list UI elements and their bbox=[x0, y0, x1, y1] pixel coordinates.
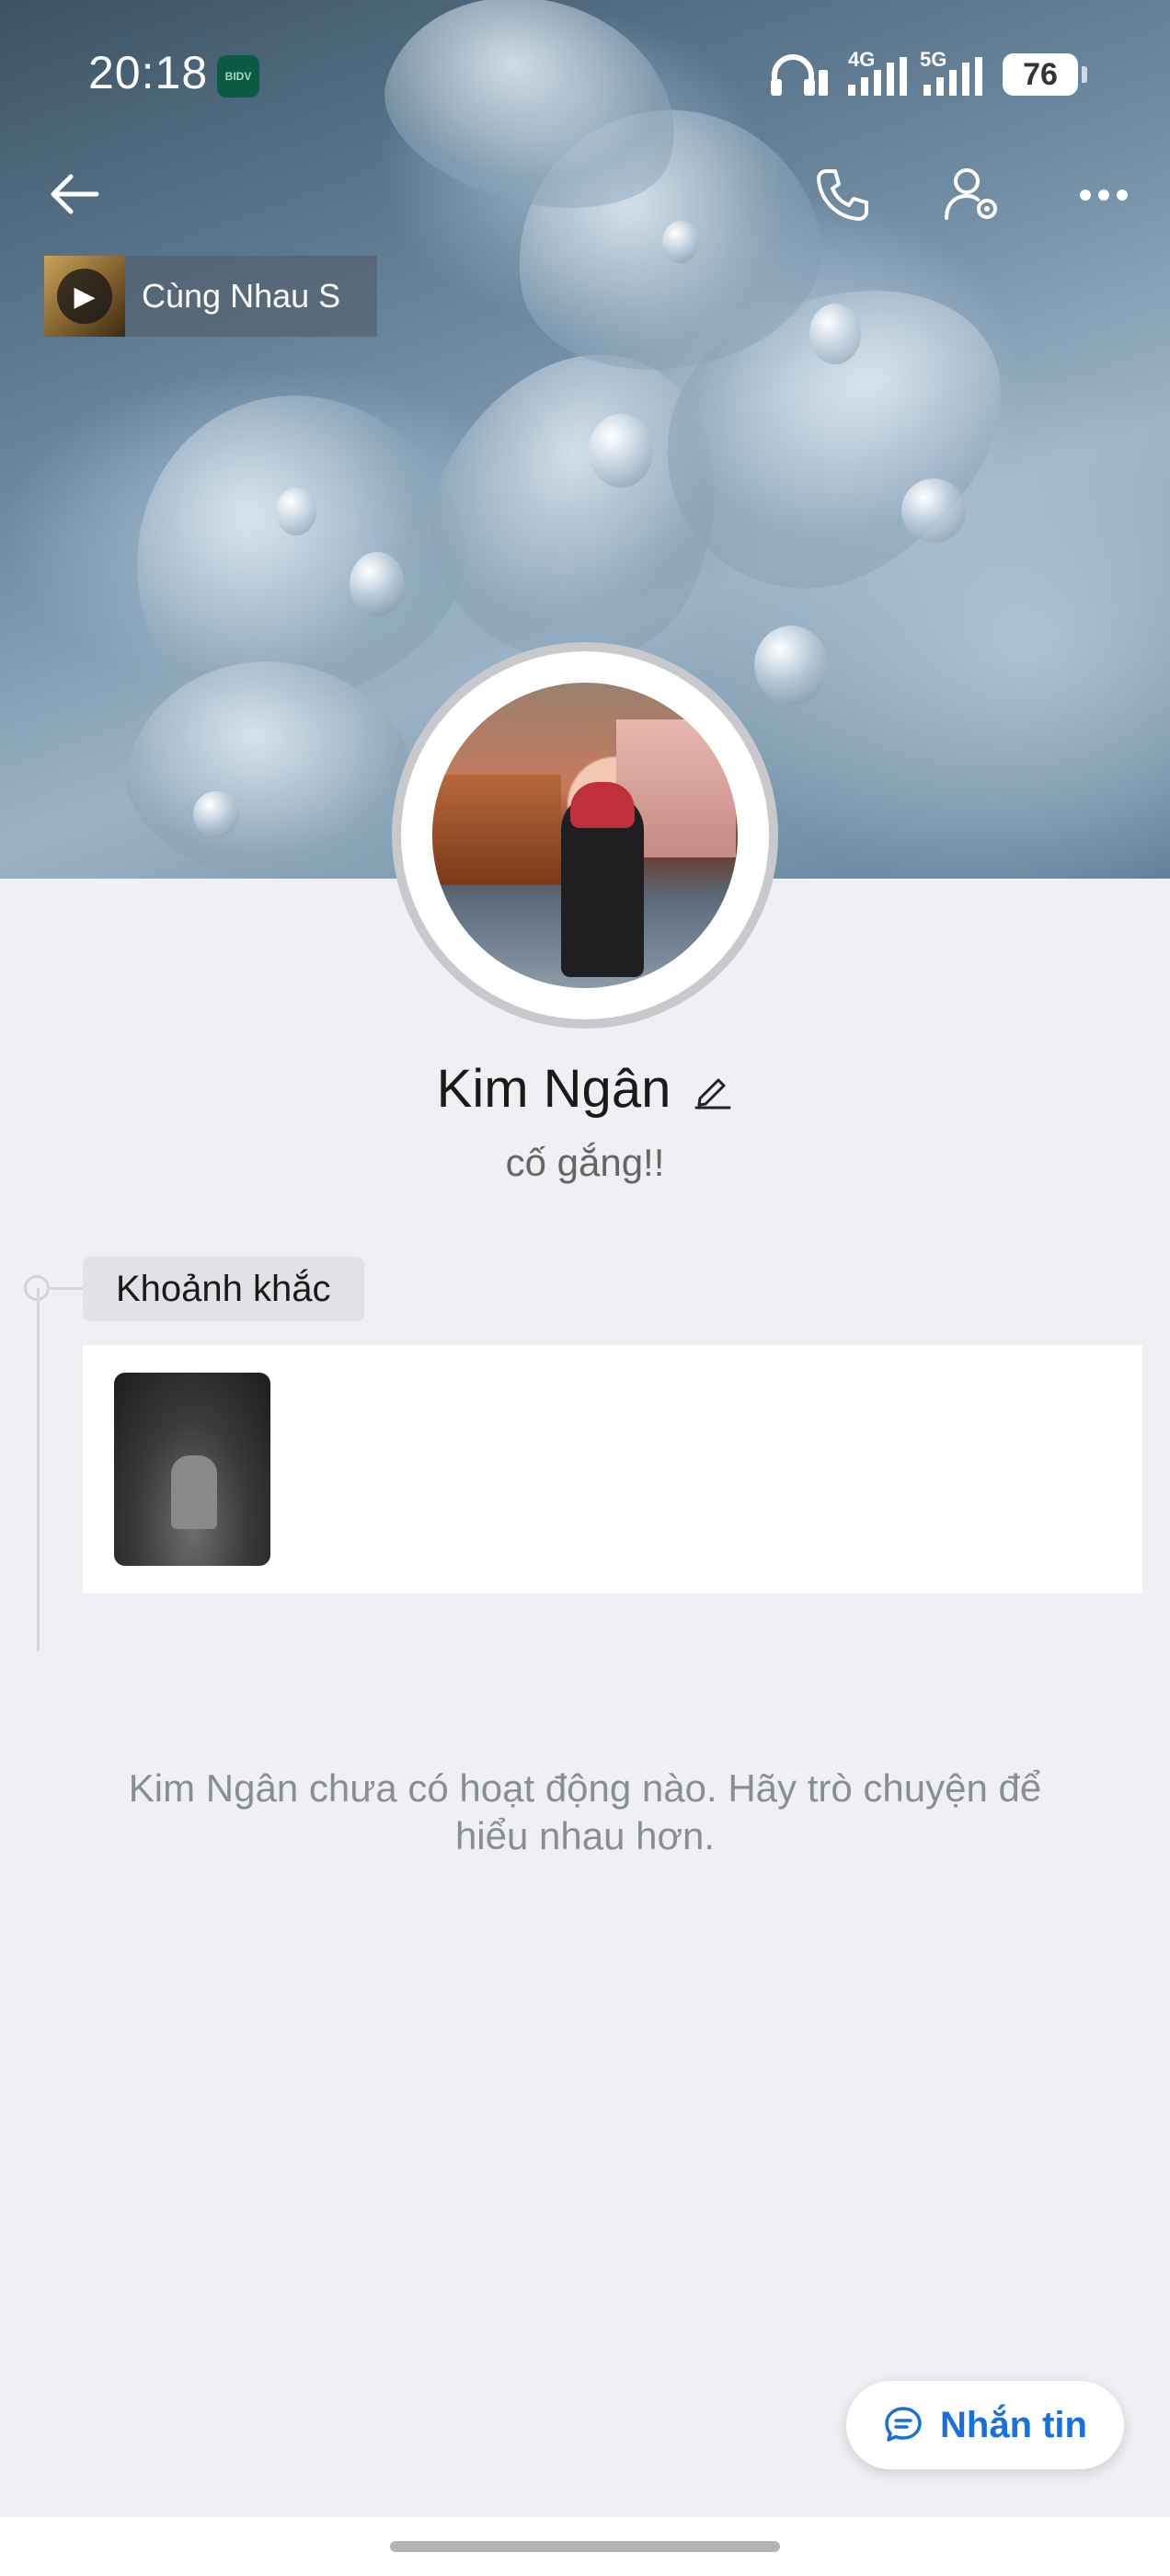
timeline-connector bbox=[48, 1287, 83, 1290]
headphones-icon bbox=[771, 54, 828, 96]
profile-settings-button[interactable] bbox=[929, 151, 1017, 239]
moment-thumbnail[interactable] bbox=[114, 1373, 270, 1566]
timeline-line bbox=[37, 1288, 40, 1651]
profile-music-player[interactable]: ▶ Cùng Nhau S bbox=[44, 256, 377, 337]
profile-name-row: Kim Ngân bbox=[0, 1058, 1170, 1120]
battery-indicator: 76 bbox=[1003, 53, 1087, 96]
signal-icon bbox=[848, 57, 907, 96]
song-title: Cùng Nhau S bbox=[142, 277, 341, 315]
status-bar: 20:18 BIDV 4G 5G 76 bbox=[0, 0, 1170, 147]
water-drop bbox=[276, 488, 316, 535]
moments-label: Khoảnh khắc bbox=[83, 1257, 364, 1321]
moments-card bbox=[83, 1345, 1142, 1593]
empty-activity-message: Kim Ngân chưa có hoạt động nào. Hãy trò … bbox=[0, 1765, 1170, 1860]
back-arrow-icon bbox=[51, 174, 99, 214]
profile-name: Kim Ngân bbox=[436, 1059, 671, 1119]
home-indicator[interactable] bbox=[390, 2541, 780, 2552]
more-options-button[interactable] bbox=[1060, 151, 1148, 239]
chat-bubble-icon bbox=[885, 2407, 922, 2442]
signal-icon bbox=[923, 57, 982, 96]
water-drop bbox=[754, 626, 828, 705]
avatar[interactable] bbox=[432, 683, 738, 988]
water-drop bbox=[350, 552, 405, 616]
water-drop bbox=[193, 791, 239, 837]
water-drop bbox=[589, 414, 653, 488]
empty-activity-text: Kim Ngân chưa có hoạt động nào. Hãy trò … bbox=[128, 1766, 1042, 1857]
avatar-background-ship bbox=[432, 775, 561, 885]
send-message-button[interactable]: Nhắn tin bbox=[846, 2381, 1124, 2469]
clock: 20:18 bbox=[88, 47, 209, 98]
water-drop bbox=[901, 478, 966, 543]
play-icon[interactable]: ▶ bbox=[57, 269, 112, 324]
send-message-label: Nhắn tin bbox=[940, 2404, 1087, 2445]
user-settings-icon bbox=[945, 168, 997, 220]
back-button[interactable] bbox=[33, 153, 116, 236]
avatar-hat bbox=[570, 782, 635, 828]
album-art: ▶ bbox=[44, 256, 125, 337]
edit-name-icon[interactable] bbox=[693, 1069, 733, 1110]
water-drop bbox=[809, 304, 861, 364]
profile-status: cố gắng!! bbox=[505, 1141, 665, 1184]
moment-figure bbox=[171, 1455, 217, 1529]
more-dots-icon bbox=[1080, 190, 1128, 201]
water-drop bbox=[662, 221, 699, 263]
bidv-app-icon: BIDV bbox=[217, 55, 259, 98]
phone-icon bbox=[817, 169, 868, 221]
cover-petal bbox=[111, 638, 441, 879]
call-button[interactable] bbox=[798, 151, 887, 239]
